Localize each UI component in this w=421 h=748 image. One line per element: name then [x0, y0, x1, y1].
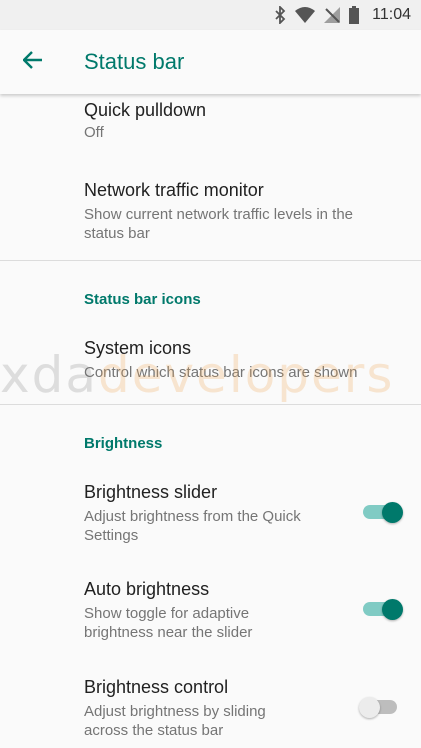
toggle-thumb [382, 501, 403, 523]
divider [0, 260, 421, 261]
brightness-control-toggle[interactable] [359, 695, 399, 719]
no-signal-icon [324, 7, 341, 23]
toggle-thumb [359, 696, 380, 718]
pref-network-traffic-monitor[interactable]: Network traffic monitor Show current net… [0, 179, 421, 243]
pref-title: Auto brightness [84, 579, 210, 599]
category-status-bar-icons: Status bar icons [84, 291, 201, 308]
divider [0, 404, 421, 405]
pref-brightness-slider[interactable]: Brightness slider Adjust brightness from… [0, 481, 421, 545]
pref-summary-line2: Settings [84, 527, 139, 544]
pref-quick-pulldown[interactable]: Quick pulldown Off [0, 99, 421, 142]
page-title: Status bar [84, 49, 185, 74]
pref-summary: Control which status bar icons are shown [84, 364, 358, 381]
pref-title: Network traffic monitor [84, 180, 264, 200]
pref-title: Quick pulldown [84, 100, 207, 120]
battery-icon [349, 6, 360, 24]
pref-summary-line1: Adjust brightness by sliding [84, 703, 266, 720]
pref-summary-line2: across the status bar [84, 722, 224, 739]
pref-summary-line1: Adjust brightness from the Quick [84, 508, 301, 525]
pref-summary-line1: Show current network traffic levels in t… [84, 206, 354, 223]
system-status-bar: 11:04 [0, 0, 421, 30]
brightness-slider-toggle[interactable] [361, 500, 403, 524]
pref-title: Brightness slider [84, 482, 218, 502]
pref-summary-line2: status bar [84, 225, 150, 242]
pref-summary: Off [84, 124, 104, 141]
toggle-thumb [382, 598, 403, 620]
pref-auto-brightness[interactable]: Auto brightness Show toggle for adaptive… [0, 578, 421, 642]
bluetooth-icon [274, 6, 286, 24]
back-button[interactable] [13, 42, 53, 82]
clock: 11:04 [372, 6, 411, 23]
pref-title: Brightness control [84, 677, 229, 697]
pref-brightness-control[interactable]: Brightness control Adjust brightness by … [0, 676, 421, 740]
pref-system-icons[interactable]: System icons Control which status bar ic… [0, 337, 421, 382]
category-brightness: Brightness [84, 435, 163, 452]
app-bar: Status bar [0, 30, 421, 94]
pref-summary-line1: Show toggle for adaptive [84, 605, 250, 622]
wifi-icon [295, 7, 316, 23]
pref-title: System icons [84, 338, 192, 358]
pref-summary-line2: brightness near the slider [84, 624, 253, 641]
auto-brightness-toggle[interactable] [361, 597, 403, 621]
arrow-left-icon [22, 50, 43, 74]
